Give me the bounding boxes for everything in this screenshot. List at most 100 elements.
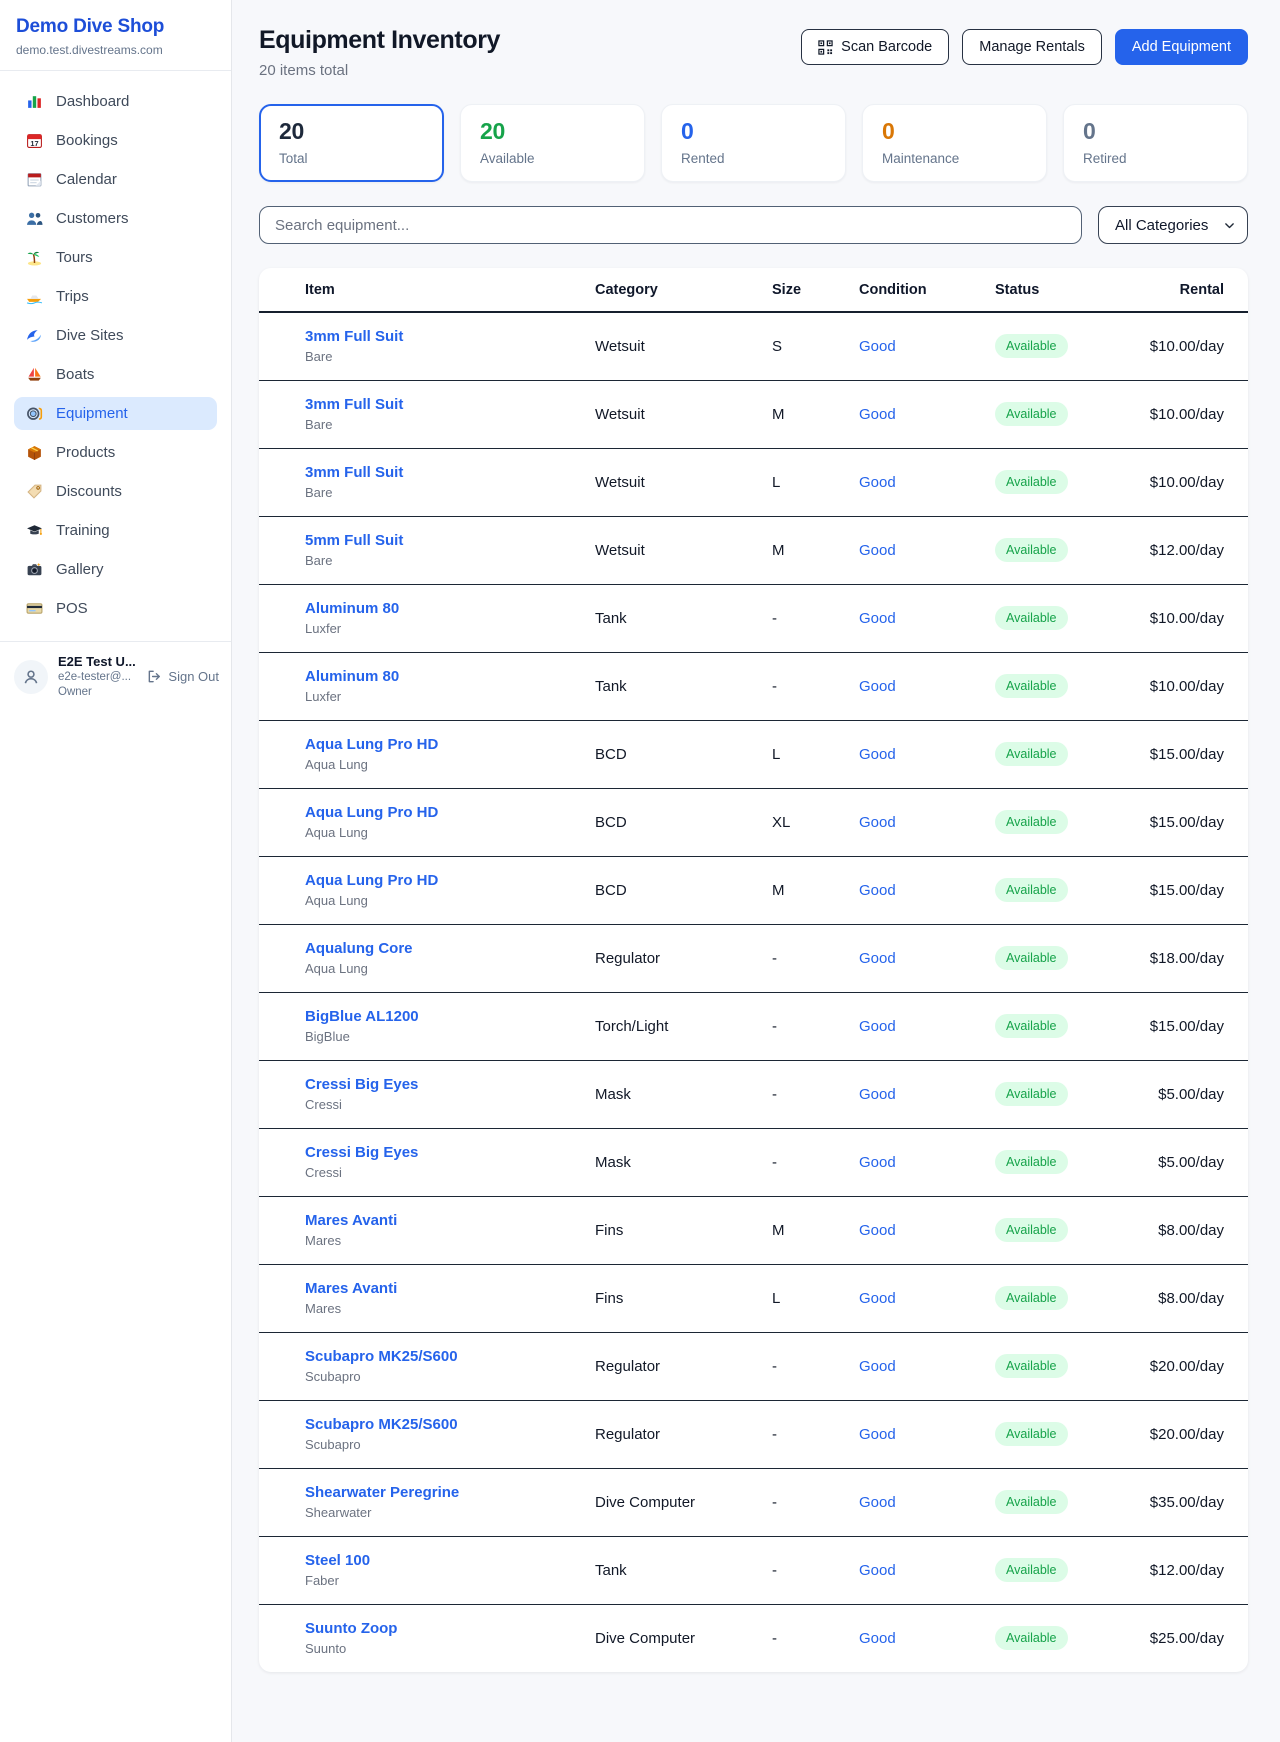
condition-link[interactable]: Good <box>859 746 896 763</box>
item-link[interactable]: Aluminum 80 <box>305 600 571 617</box>
item-link[interactable]: Scubapro MK25/S600 <box>305 1416 571 1433</box>
item-link[interactable]: Aqualung Core <box>305 940 571 957</box>
add-equipment-label: Add Equipment <box>1132 39 1231 55</box>
status-badge: Available <box>995 1354 1068 1378</box>
item-link[interactable]: Scubapro MK25/S600 <box>305 1348 571 1365</box>
filter-row: All Categories <box>259 206 1248 244</box>
table-row[interactable]: Aqualung CoreAqua LungRegulator-GoodAvai… <box>259 924 1248 992</box>
condition-link[interactable]: Good <box>859 1290 896 1307</box>
condition-link[interactable]: Good <box>859 406 896 423</box>
item-link[interactable]: 3mm Full Suit <box>305 396 571 413</box>
sidebar-item-discounts[interactable]: Discounts <box>14 475 217 508</box>
table-row[interactable]: Aqua Lung Pro HDAqua LungBCDXLGoodAvaila… <box>259 788 1248 856</box>
sidebar-item-training[interactable]: Training <box>14 514 217 547</box>
condition-link[interactable]: Good <box>859 1562 896 1579</box>
item-link[interactable]: Aluminum 80 <box>305 668 571 685</box>
sidebar-item-trips[interactable]: Trips <box>14 280 217 313</box>
table-row[interactable]: Suunto ZoopSuuntoDive Computer-GoodAvail… <box>259 1604 1248 1672</box>
sidebar-item-customers[interactable]: Customers <box>14 202 217 235</box>
add-equipment-button[interactable]: Add Equipment <box>1115 29 1248 65</box>
table-row[interactable]: Mares AvantiMaresFinsMGoodAvailable$8.00… <box>259 1196 1248 1264</box>
table-row[interactable]: 5mm Full SuitBareWetsuitMGoodAvailable$1… <box>259 516 1248 584</box>
condition-link[interactable]: Good <box>859 542 896 559</box>
barcode-scan-icon <box>818 40 833 55</box>
rental-price: $20.00/day <box>1128 1400 1248 1468</box>
table-row[interactable]: Cressi Big EyesCressiMask-GoodAvailable$… <box>259 1060 1248 1128</box>
condition-link[interactable]: Good <box>859 1630 896 1647</box>
page-header: Equipment Inventory 20 items total Scan … <box>259 26 1248 79</box>
item-link[interactable]: Mares Avanti <box>305 1212 571 1229</box>
stat-card-available[interactable]: 20Available <box>460 104 645 182</box>
item-brand: Suunto <box>305 1641 571 1656</box>
sidebar-item-equipment[interactable]: Equipment <box>14 397 217 430</box>
table-row[interactable]: Shearwater PeregrineShearwaterDive Compu… <box>259 1468 1248 1536</box>
condition-link[interactable]: Good <box>859 474 896 491</box>
table-row[interactable]: Aluminum 80LuxferTank-GoodAvailable$10.0… <box>259 584 1248 652</box>
item-link[interactable]: 3mm Full Suit <box>305 328 571 345</box>
sidebar-item-tours[interactable]: Tours <box>14 241 217 274</box>
sidebar-item-bookings[interactable]: 17Bookings <box>14 124 217 157</box>
sidebar-item-label: Customers <box>56 210 129 227</box>
item-link[interactable]: BigBlue AL1200 <box>305 1008 571 1025</box>
item-link[interactable]: Aqua Lung Pro HD <box>305 804 571 821</box>
item-link[interactable]: 5mm Full Suit <box>305 532 571 549</box>
table-row[interactable]: Scubapro MK25/S600ScubaproRegulator-Good… <box>259 1400 1248 1468</box>
table-row[interactable]: Aqua Lung Pro HDAqua LungBCDMGoodAvailab… <box>259 856 1248 924</box>
item-link[interactable]: Cressi Big Eyes <box>305 1144 571 1161</box>
stat-value: 0 <box>882 118 1027 145</box>
item-link[interactable]: Aqua Lung Pro HD <box>305 736 571 753</box>
condition-link[interactable]: Good <box>859 1086 896 1103</box>
table-row[interactable]: 3mm Full SuitBareWetsuitLGoodAvailable$1… <box>259 448 1248 516</box>
category-select[interactable]: All Categories <box>1098 206 1248 244</box>
condition-link[interactable]: Good <box>859 338 896 355</box>
item-link[interactable]: Suunto Zoop <box>305 1620 571 1637</box>
condition-link[interactable]: Good <box>859 1358 896 1375</box>
condition-link[interactable]: Good <box>859 1426 896 1443</box>
sidebar-item-pos[interactable]: POS <box>14 592 217 625</box>
stat-card-retired[interactable]: 0Retired <box>1063 104 1248 182</box>
table-row[interactable]: Steel 100FaberTank-GoodAvailable$12.00/d… <box>259 1536 1248 1604</box>
manage-rentals-button[interactable]: Manage Rentals <box>962 29 1102 65</box>
item-link[interactable]: Aqua Lung Pro HD <box>305 872 571 889</box>
sidebar-item-products[interactable]: Products <box>14 436 217 469</box>
table-row[interactable]: 3mm Full SuitBareWetsuitMGoodAvailable$1… <box>259 380 1248 448</box>
stat-card-rented[interactable]: 0Rented <box>661 104 846 182</box>
item-size: - <box>760 1128 847 1196</box>
table-row[interactable]: Aluminum 80LuxferTank-GoodAvailable$10.0… <box>259 652 1248 720</box>
condition-link[interactable]: Good <box>859 1494 896 1511</box>
sign-out-button[interactable]: Sign Out <box>147 669 219 684</box>
condition-link[interactable]: Good <box>859 882 896 899</box>
condition-link[interactable]: Good <box>859 1222 896 1239</box>
scan-barcode-button[interactable]: Scan Barcode <box>801 29 949 65</box>
stat-card-total[interactable]: 20Total <box>259 104 444 182</box>
item-link[interactable]: Mares Avanti <box>305 1280 571 1297</box>
item-link[interactable]: 3mm Full Suit <box>305 464 571 481</box>
search-input[interactable] <box>259 206 1082 244</box>
condition-link[interactable]: Good <box>859 1154 896 1171</box>
table-row[interactable]: 3mm Full SuitBareWetsuitSGoodAvailable$1… <box>259 312 1248 380</box>
stat-card-maintenance[interactable]: 0Maintenance <box>862 104 1047 182</box>
item-link[interactable]: Cressi Big Eyes <box>305 1076 571 1093</box>
rental-price: $18.00/day <box>1128 924 1248 992</box>
item-category: Tank <box>583 584 760 652</box>
sidebar-item-boats[interactable]: Boats <box>14 358 217 391</box>
sidebar-item-dashboard[interactable]: Dashboard <box>14 85 217 118</box>
item-category: Regulator <box>583 924 760 992</box>
sidebar-item-gallery[interactable]: Gallery <box>14 553 217 586</box>
item-link[interactable]: Shearwater Peregrine <box>305 1484 571 1501</box>
condition-link[interactable]: Good <box>859 678 896 695</box>
table-row[interactable]: Cressi Big EyesCressiMask-GoodAvailable$… <box>259 1128 1248 1196</box>
condition-link[interactable]: Good <box>859 814 896 831</box>
item-link[interactable]: Steel 100 <box>305 1552 571 1569</box>
item-category: Mask <box>583 1060 760 1128</box>
table-row[interactable]: Aqua Lung Pro HDAqua LungBCDLGoodAvailab… <box>259 720 1248 788</box>
condition-link[interactable]: Good <box>859 1018 896 1035</box>
condition-link[interactable]: Good <box>859 610 896 627</box>
condition-link[interactable]: Good <box>859 950 896 967</box>
sidebar-item-dive-sites[interactable]: Dive Sites <box>14 319 217 352</box>
table-row[interactable]: BigBlue AL1200BigBlueTorch/Light-GoodAva… <box>259 992 1248 1060</box>
tag-icon <box>26 483 43 500</box>
table-row[interactable]: Mares AvantiMaresFinsLGoodAvailable$8.00… <box>259 1264 1248 1332</box>
table-row[interactable]: Scubapro MK25/S600ScubaproRegulator-Good… <box>259 1332 1248 1400</box>
sidebar-item-calendar[interactable]: Calendar <box>14 163 217 196</box>
